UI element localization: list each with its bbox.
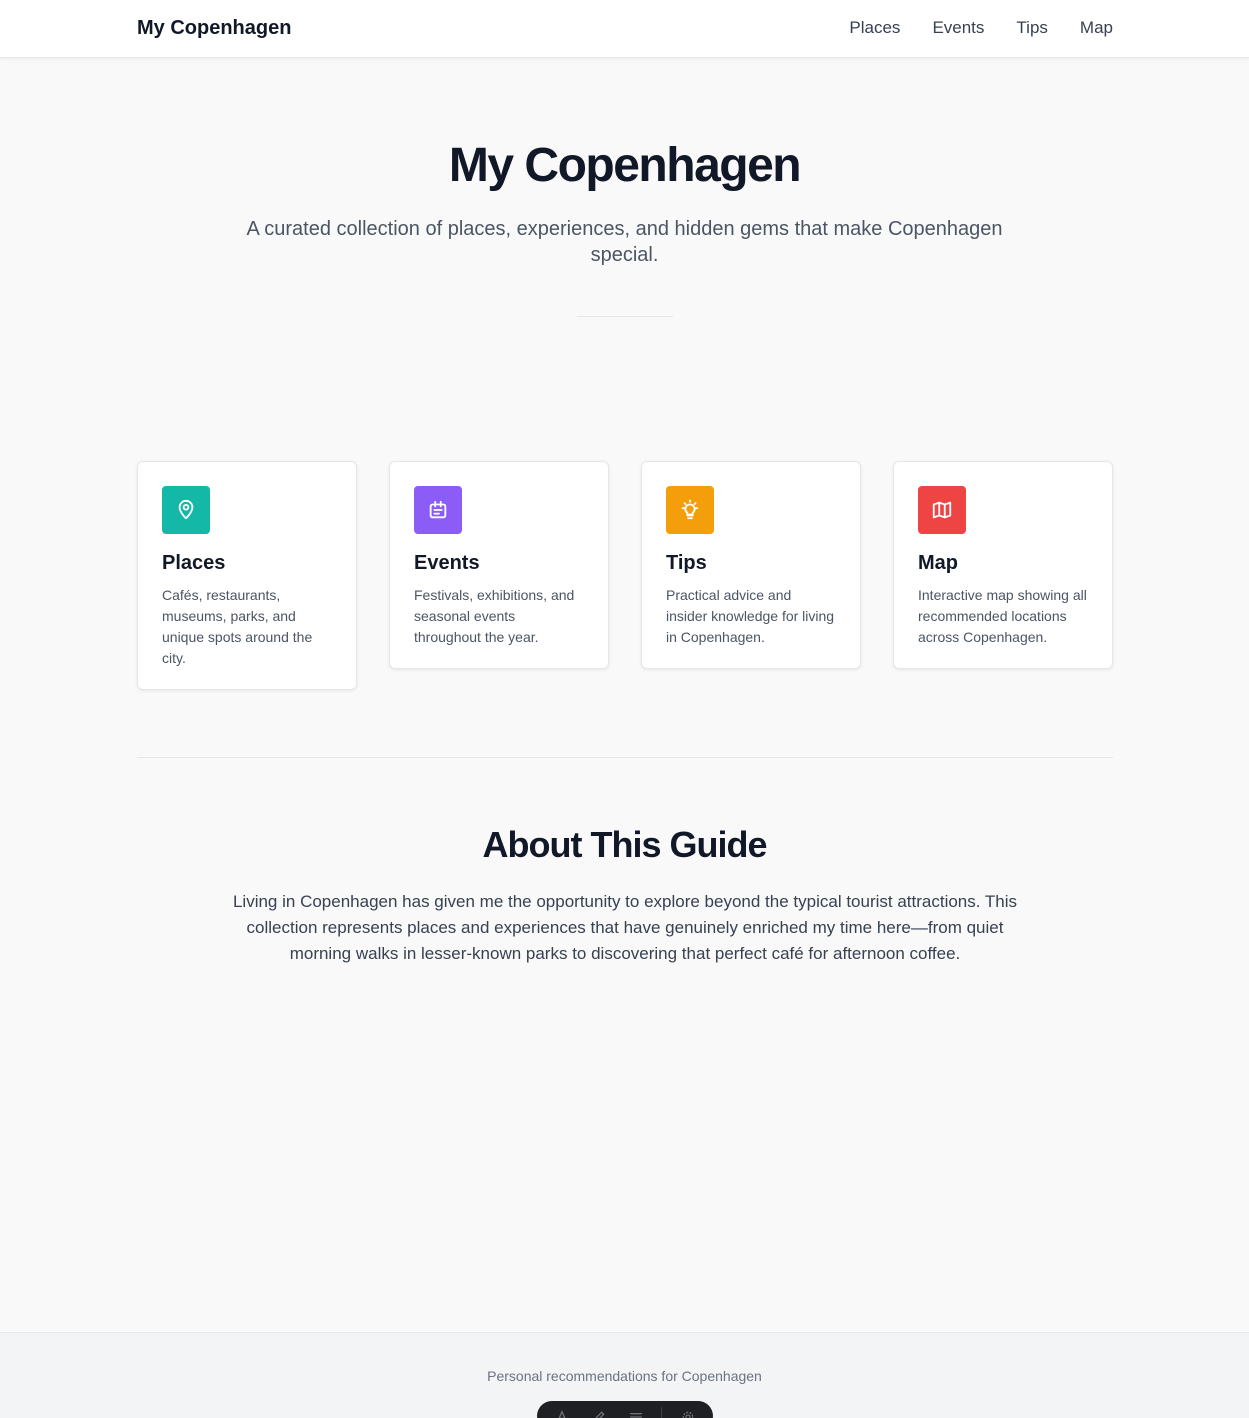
card-title: Places [162, 552, 226, 574]
card-title: Tips [666, 552, 707, 574]
menu-icon[interactable] [625, 1407, 648, 1418]
card-title: Events [414, 552, 480, 574]
card-places[interactable]: Places Cafés, restaurants, museums, park… [137, 461, 357, 690]
floating-toolbar [537, 1401, 713, 1418]
card-icon-tile [666, 486, 714, 534]
card-description: Practical advice and insider knowledge f… [666, 587, 835, 645]
about-title: About This Guide [482, 824, 768, 865]
card-tips[interactable]: Tips Practical advice and insider knowle… [641, 461, 861, 669]
card-description: Festivals, exhibitions, and seasonal eve… [414, 587, 575, 645]
nav-link-places[interactable]: Places [849, 18, 900, 38]
section-divider [137, 757, 1113, 758]
about-text: Living in Copenhagen has given me the op… [232, 892, 1018, 963]
hero-title: My Copenhagen [448, 139, 802, 192]
lightbulb-icon [681, 499, 699, 520]
main-nav: Places Events Tips Map [849, 18, 1113, 38]
nav-link-events[interactable]: Events [932, 18, 984, 38]
card-icon-tile [414, 486, 462, 534]
card-description: Cafés, restaurants, museums, parks, and … [162, 587, 313, 666]
footer: Personal recommendations for Copenhagen [0, 1332, 1249, 1418]
nav-link-tips[interactable]: Tips [1016, 18, 1048, 38]
map-pin-icon [178, 499, 194, 520]
settings-icon[interactable] [676, 1407, 699, 1418]
card-icon-tile [918, 486, 966, 534]
top-navbar: My Copenhagen Places Events Tips Map [0, 0, 1249, 58]
footer-text: Personal recommendations for Copenhagen [487, 1368, 762, 1384]
calendar-icon [429, 500, 447, 519]
hero-divider [577, 316, 673, 317]
hero-subtitle: A curated collection of places, experien… [246, 218, 1003, 266]
nav-link-map[interactable]: Map [1080, 18, 1113, 38]
toolbar-separator [661, 1407, 663, 1418]
map-icon [932, 501, 952, 519]
card-map[interactable]: Map Interactive map showing all recommen… [893, 461, 1113, 669]
text-icon[interactable] [551, 1407, 574, 1418]
card-title: Map [918, 552, 958, 574]
card-events[interactable]: Events Festivals, exhibitions, and seaso… [389, 461, 609, 669]
card-icon-tile [162, 486, 210, 534]
card-description: Interactive map showing all recommended … [918, 587, 1087, 645]
page: My Copenhagen Places Events Tips Map My … [0, 0, 1249, 1418]
pen-icon[interactable] [588, 1407, 611, 1418]
site-brand-link[interactable]: My Copenhagen [137, 17, 291, 40]
